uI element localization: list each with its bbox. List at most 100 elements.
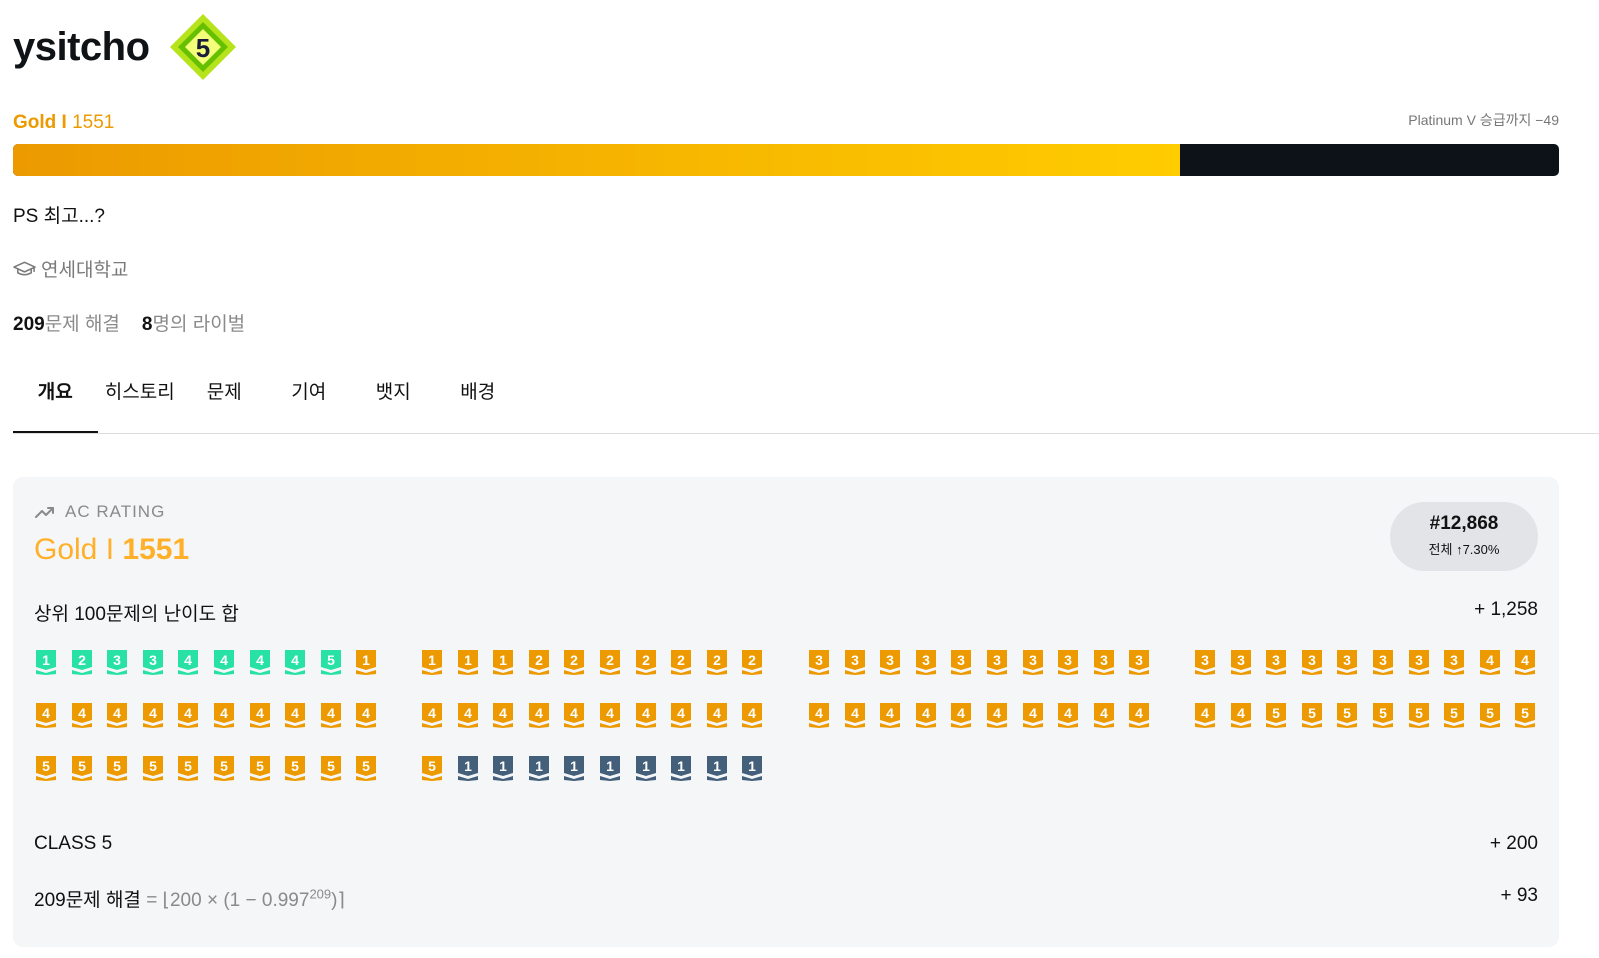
- problem-tier-icon[interactable]: 4: [284, 649, 306, 675]
- problem-tier-icon[interactable]: 2: [71, 649, 93, 675]
- problem-tier-icon[interactable]: 1: [35, 649, 57, 675]
- problem-tier-icon[interactable]: 4: [177, 649, 199, 675]
- problem-tier-icon[interactable]: 3: [1301, 649, 1323, 675]
- problem-tier-icon[interactable]: 2: [706, 649, 728, 675]
- problem-tier-icon[interactable]: 3: [844, 649, 866, 675]
- problem-tier-icon[interactable]: 3: [950, 649, 972, 675]
- problem-tier-icon[interactable]: 1: [635, 755, 657, 781]
- problem-tier-icon[interactable]: 3: [1336, 649, 1358, 675]
- problem-tier-icon[interactable]: 4: [1022, 702, 1044, 728]
- problem-tier-icon[interactable]: 4: [879, 702, 901, 728]
- problem-tier-icon[interactable]: 5: [213, 755, 235, 781]
- problem-tier-icon[interactable]: 4: [284, 702, 306, 728]
- tab-contribution[interactable]: 기여: [267, 370, 352, 433]
- problem-tier-icon[interactable]: 5: [142, 755, 164, 781]
- problem-tier-icon[interactable]: 4: [1057, 702, 1079, 728]
- problem-tier-icon[interactable]: 3: [1265, 649, 1287, 675]
- problem-tier-icon[interactable]: 5: [177, 755, 199, 781]
- problem-tier-icon[interactable]: 5: [1301, 702, 1323, 728]
- problem-tier-icon[interactable]: 5: [1265, 702, 1287, 728]
- problem-tier-icon[interactable]: 3: [142, 649, 164, 675]
- problem-tier-icon[interactable]: 3: [1230, 649, 1252, 675]
- problem-tier-icon[interactable]: 1: [528, 755, 550, 781]
- problem-tier-icon[interactable]: 4: [355, 702, 377, 728]
- problem-tier-icon[interactable]: 5: [1514, 702, 1536, 728]
- problem-tier-icon[interactable]: 4: [71, 702, 93, 728]
- problem-tier-icon[interactable]: 5: [35, 755, 57, 781]
- problem-tier-icon[interactable]: 4: [1194, 702, 1216, 728]
- tier-label[interactable]: Gold I 1551: [13, 112, 114, 134]
- tab-background[interactable]: 배경: [436, 370, 521, 433]
- problem-tier-icon[interactable]: 2: [670, 649, 692, 675]
- problem-tier-icon[interactable]: 3: [1194, 649, 1216, 675]
- problem-tier-icon[interactable]: 1: [741, 755, 763, 781]
- problem-tier-icon[interactable]: 1: [670, 755, 692, 781]
- problem-tier-icon[interactable]: 4: [741, 702, 763, 728]
- problem-tier-icon[interactable]: 5: [1372, 702, 1394, 728]
- problem-tier-icon[interactable]: 4: [1128, 702, 1150, 728]
- rival-stat[interactable]: 8명의 라이벌: [142, 309, 245, 336]
- problem-tier-icon[interactable]: 5: [71, 755, 93, 781]
- problem-tier-icon[interactable]: 5: [1408, 702, 1430, 728]
- problem-tier-icon[interactable]: 4: [706, 702, 728, 728]
- problem-tier-icon[interactable]: 4: [1514, 649, 1536, 675]
- problem-tier-icon[interactable]: 1: [421, 649, 443, 675]
- problem-tier-icon[interactable]: 4: [599, 702, 621, 728]
- problem-tier-icon[interactable]: 4: [915, 702, 937, 728]
- problem-tier-icon[interactable]: 5: [320, 755, 342, 781]
- problem-tier-icon[interactable]: 4: [213, 649, 235, 675]
- problem-tier-icon[interactable]: 3: [1408, 649, 1430, 675]
- problem-tier-icon[interactable]: 3: [106, 649, 128, 675]
- problem-tier-icon[interactable]: 5: [355, 755, 377, 781]
- problem-tier-icon[interactable]: 4: [1479, 649, 1501, 675]
- problem-tier-icon[interactable]: 4: [249, 649, 271, 675]
- problem-tier-icon[interactable]: 4: [106, 702, 128, 728]
- problem-tier-icon[interactable]: 5: [320, 649, 342, 675]
- problem-tier-icon[interactable]: 4: [670, 702, 692, 728]
- tab-problems[interactable]: 문제: [182, 370, 267, 433]
- problem-tier-icon[interactable]: 4: [320, 702, 342, 728]
- tab-overview[interactable]: 개요: [13, 370, 98, 433]
- problem-tier-icon[interactable]: 4: [35, 702, 57, 728]
- problem-tier-icon[interactable]: 2: [599, 649, 621, 675]
- solved-stat[interactable]: 209문제 해결: [13, 309, 120, 336]
- problem-tier-icon[interactable]: 1: [457, 649, 479, 675]
- problem-tier-icon[interactable]: 1: [599, 755, 621, 781]
- problem-tier-icon[interactable]: 4: [635, 702, 657, 728]
- problem-tier-icon[interactable]: 4: [142, 702, 164, 728]
- problem-tier-icon[interactable]: 5: [1443, 702, 1465, 728]
- problem-tier-icon[interactable]: 4: [249, 702, 271, 728]
- problem-tier-icon[interactable]: 4: [844, 702, 866, 728]
- problem-tier-icon[interactable]: 3: [1022, 649, 1044, 675]
- class-diamond-icon[interactable]: 5: [168, 12, 238, 82]
- problem-tier-icon[interactable]: 4: [457, 702, 479, 728]
- school[interactable]: 연세대학교: [13, 255, 128, 282]
- tab-history[interactable]: 히스토리: [98, 370, 183, 433]
- problem-tier-icon[interactable]: 1: [492, 649, 514, 675]
- problem-tier-icon[interactable]: 3: [1372, 649, 1394, 675]
- rank-badge[interactable]: #12,868 전체 ↑7.30%: [1390, 502, 1538, 571]
- problem-tier-icon[interactable]: 5: [106, 755, 128, 781]
- problem-tier-icon[interactable]: 3: [1057, 649, 1079, 675]
- problem-tier-icon[interactable]: 1: [706, 755, 728, 781]
- problem-tier-icon[interactable]: 2: [563, 649, 585, 675]
- problem-tier-icon[interactable]: 3: [915, 649, 937, 675]
- problem-tier-icon[interactable]: 3: [1093, 649, 1115, 675]
- problem-tier-icon[interactable]: 4: [808, 702, 830, 728]
- problem-tier-icon[interactable]: 3: [1128, 649, 1150, 675]
- problem-tier-icon[interactable]: 4: [1093, 702, 1115, 728]
- problem-tier-icon[interactable]: 5: [284, 755, 306, 781]
- problem-tier-icon[interactable]: 4: [421, 702, 443, 728]
- tab-badges[interactable]: 뱃지: [351, 370, 436, 433]
- problem-tier-icon[interactable]: 4: [177, 702, 199, 728]
- problem-tier-icon[interactable]: 2: [528, 649, 550, 675]
- problem-tier-icon[interactable]: 4: [213, 702, 235, 728]
- problem-tier-icon[interactable]: 4: [1230, 702, 1252, 728]
- problem-tier-icon[interactable]: 5: [249, 755, 271, 781]
- problem-tier-icon[interactable]: 1: [355, 649, 377, 675]
- problem-tier-icon[interactable]: 5: [1479, 702, 1501, 728]
- problem-tier-icon[interactable]: 4: [492, 702, 514, 728]
- problem-tier-icon[interactable]: 1: [492, 755, 514, 781]
- problem-tier-icon[interactable]: 3: [1443, 649, 1465, 675]
- problem-tier-icon[interactable]: 3: [879, 649, 901, 675]
